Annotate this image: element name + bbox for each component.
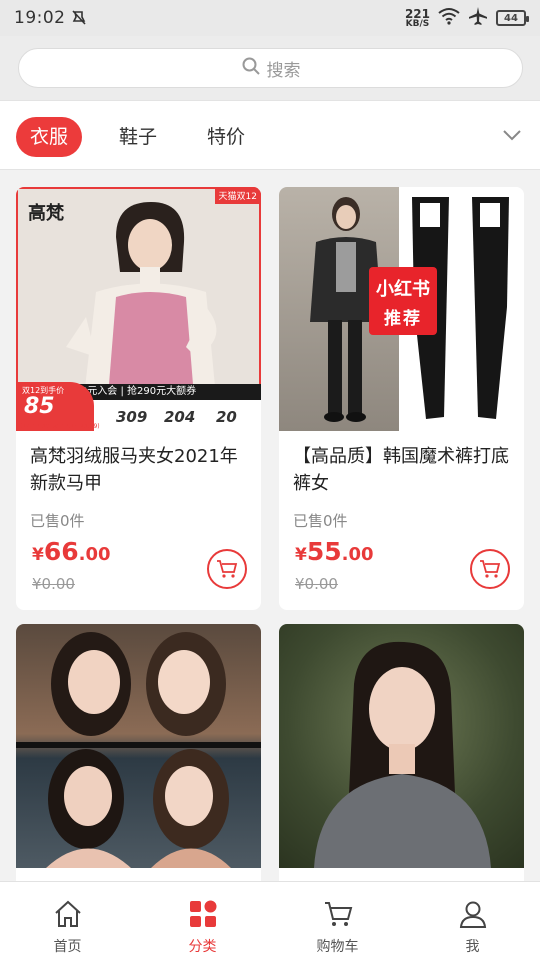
airplane-icon [468,6,488,30]
status-time: 19:02 [14,8,66,28]
product-image [279,624,524,868]
stat-price-1: 309 [116,408,148,426]
search-area: 搜索 [0,36,540,100]
stat-price-3: 20 [216,408,237,426]
product-card[interactable] [16,624,261,881]
cart-icon [217,560,238,578]
add-to-cart-button[interactable] [207,549,247,589]
battery-icon: 44 [496,10,529,26]
search-icon [241,56,261,81]
price-decimal: .00 [341,544,374,565]
nav-cart-label: 购物车 [316,939,359,955]
price-decimal: .00 [78,544,111,565]
tab-clothes[interactable]: 衣服 [16,117,83,157]
category-tab-bar: 衣服 鞋子 特价 [0,100,540,170]
notification-off-icon [71,9,86,27]
net-speed-value: 221 [404,6,430,21]
tab-special-offer[interactable]: 特价 [207,117,245,157]
chevron-down-icon[interactable] [502,127,522,146]
product-price: ¥55.00 [295,537,374,566]
net-speed: 221 KB/S [405,8,430,29]
battery-level: 44 [504,12,518,24]
sold-count: 已售0件 [30,512,85,530]
bottom-nav: 首页 分类 购物车 我 [0,881,540,960]
product-card[interactable]: 高梵 天猫双12 0元入会 | 抢290元大额券 双12到手价 85 309 2… [16,187,261,610]
price-badge-value: 85 [24,394,55,419]
photo-people [16,632,261,868]
price-integer: 55 [306,537,342,566]
product-grid: 高梵 天猫双12 0元入会 | 抢290元大额券 双12到手价 85 309 2… [0,171,540,881]
product-image [16,624,261,868]
sold-count: 已售0件 [293,512,348,530]
nav-profile-label: 我 [465,939,480,955]
status-bar: 19:02 221 KB/S 44 [0,0,540,36]
nav-home[interactable]: 首页 [0,882,135,960]
cart-icon [480,560,501,578]
nav-home-label: 首页 [53,939,82,955]
product-title[interactable]: 高梵羽绒服马夹女2021年新款马甲 [30,443,250,497]
price-integer: 66 [43,537,79,566]
model-figure [66,202,217,397]
nav-category[interactable]: 分类 [135,882,270,960]
tab-shoes[interactable]: 鞋子 [119,117,157,157]
product-title[interactable]: 【高品质】韩国魔术裤打底裤女 [293,443,513,497]
search-input[interactable]: 搜索 [18,48,523,88]
badge-date: (12.12 00:00-12.14 23:59) [20,423,100,430]
nav-cart[interactable]: 购物车 [270,882,405,960]
photo-model [314,641,491,868]
user-icon [458,898,488,930]
stat-price-2: 204 [164,408,196,426]
nav-profile[interactable]: 我 [405,882,540,960]
search-placeholder: 搜索 [266,60,301,81]
add-to-cart-button[interactable] [470,549,510,589]
product-image: 小红书 推荐 [279,187,524,431]
wifi-icon [438,7,460,29]
xiaohongshu-sticker: 小红书 推荐 [369,267,437,335]
net-speed-unit: KB/S [405,18,430,29]
category-icon [188,898,218,930]
nav-category-label: 分类 [188,939,217,955]
sticker-line-2: 推荐 [384,309,422,329]
price-currency: ¥ [32,545,44,565]
price-currency: ¥ [295,545,307,565]
sticker-line-1: 小红书 [376,279,430,300]
original-price: ¥0.00 [295,575,338,593]
product-image: 高梵 天猫双12 0元入会 | 抢290元大额券 双12到手价 85 309 2… [16,187,261,431]
product-price: ¥66.00 [32,537,111,566]
home-icon [53,898,83,930]
product-card[interactable] [279,624,524,881]
product-card[interactable]: 小红书 推荐 【高品质】韩国魔术裤打底裤女 已售0件 ¥55.00 ¥0.00 [279,187,524,610]
original-price: ¥0.00 [32,575,75,593]
cart-icon [323,898,353,930]
